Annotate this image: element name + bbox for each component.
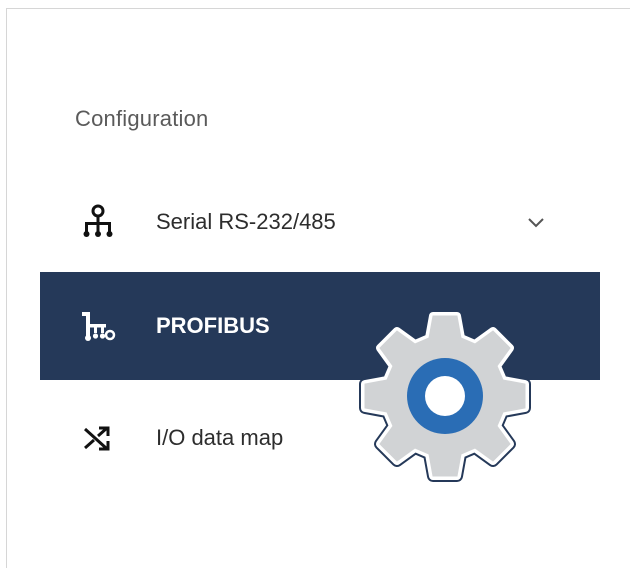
network-tree-icon xyxy=(83,204,113,237)
sidebar-item-label: PROFIBUS xyxy=(156,313,270,338)
chevron-down-icon[interactable] xyxy=(524,210,548,234)
settings-gear-icon xyxy=(345,298,545,498)
section-title: Configuration xyxy=(75,106,209,131)
profibus-bus-icon xyxy=(82,312,116,341)
sidebar-item-serial[interactable]: Serial RS-232/485 xyxy=(40,168,600,276)
shuffle-map-icon xyxy=(83,426,110,451)
sidebar-item-label: I/O data map xyxy=(156,425,284,450)
sidebar-item-label: Serial RS-232/485 xyxy=(156,209,336,234)
